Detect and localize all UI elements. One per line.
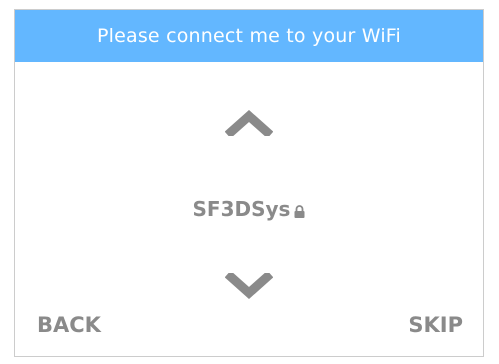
chevron-down-icon[interactable] bbox=[225, 273, 273, 299]
back-button[interactable]: BACK bbox=[37, 313, 101, 337]
skip-button[interactable]: SKIP bbox=[408, 313, 463, 337]
chevron-up-icon[interactable] bbox=[225, 110, 273, 136]
network-selector[interactable]: SF3DSys bbox=[15, 197, 483, 221]
header-title: Please connect me to your WiFi bbox=[96, 25, 402, 47]
network-ssid: SF3DSys bbox=[192, 197, 291, 221]
lock-icon bbox=[294, 204, 305, 218]
header-bar: Please connect me to your WiFi bbox=[15, 10, 483, 62]
wifi-setup-screen: Please connect me to your WiFi SF3DSys B… bbox=[14, 9, 484, 357]
